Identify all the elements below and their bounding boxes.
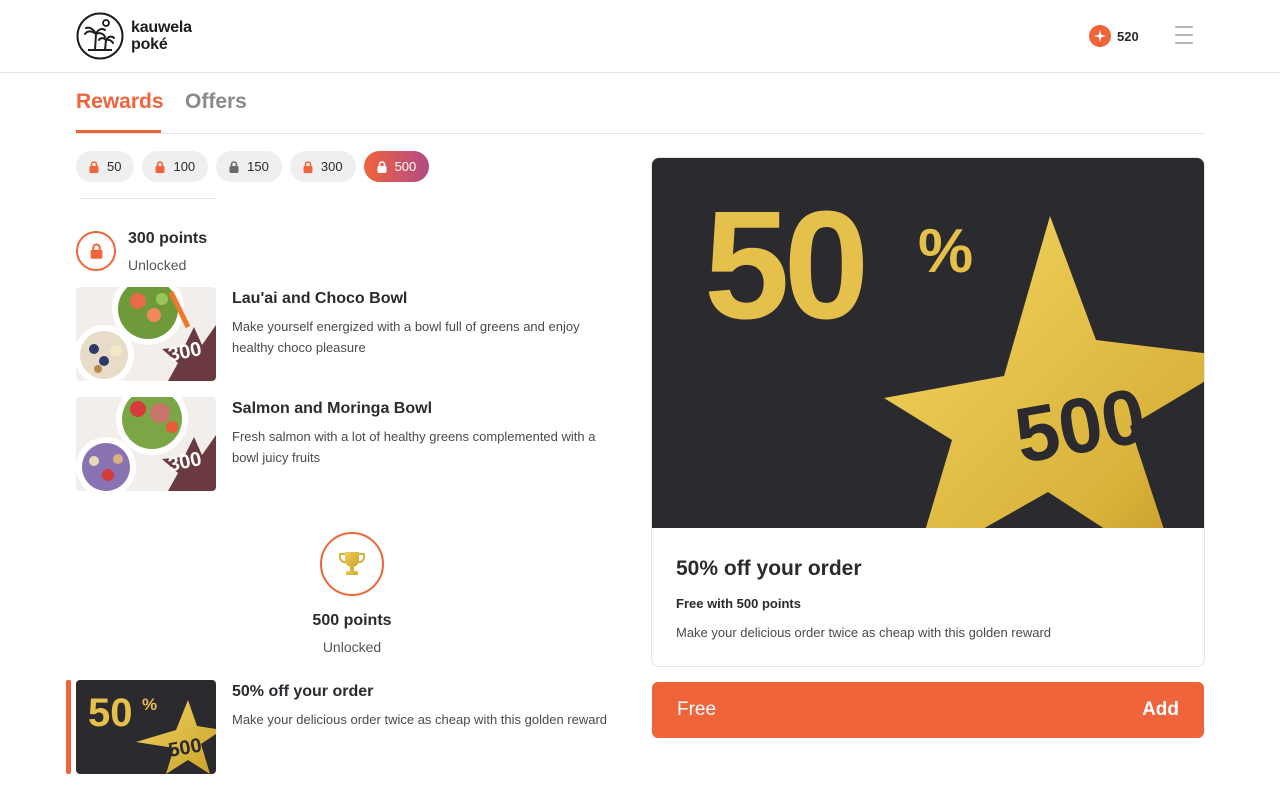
lock-icon [229,160,239,173]
hero-big-text: 50 [704,179,864,351]
golden-star-reward-image: 50 % 500 [76,680,216,774]
reward-item-lauai-choco-bowl[interactable]: 300 Lau'ai and Choco Bowl Make yourself … [76,287,636,382]
lock-icon [303,160,313,173]
divider [79,198,215,199]
filter-chip-300[interactable]: 300 [289,151,356,182]
reward-thumbnail: 300 [76,287,216,381]
filter-chip-50[interactable]: 50 [76,151,135,182]
tier-status: Unlocked [128,257,187,273]
points-balance[interactable]: 520 [1089,25,1139,47]
reward-hero-image: 50 % 500 [652,158,1204,578]
reward-item-50-off[interactable]: 50 % 500 50% off your order Make your de… [76,680,636,775]
reward-detail-cost: Free with 500 points [676,596,801,611]
tier-title: 500 points [312,612,392,629]
reward-thumbnail: 50 % 500 [76,680,216,774]
palm-tree-logo-icon [76,12,124,60]
tier-300-badge [76,231,116,271]
reward-detail-description: Make your delicious order twice as cheap… [676,625,1052,640]
brand-name-line1: kauwela [131,19,192,36]
brand-name: kauwela poké [131,19,192,53]
reward-title: Salmon and Moringa Bowl [232,400,433,417]
reward-thumbnail: 300 [76,397,216,491]
tier-500-badge [320,532,384,596]
reward-item-salmon-moringa-bowl[interactable]: 300 Salmon and Moringa Bowl Fresh salmon… [76,397,636,492]
points-filter-chips: 50 100 150 300 500 [76,151,430,182]
brand-logo[interactable]: kauwela poké [76,12,192,60]
add-reward-button[interactable]: Free Add [652,682,1204,738]
reward-description: Make your delicious order twice as cheap… [232,712,608,727]
trophy-icon [339,552,365,575]
reward-price-label: Free [677,699,717,720]
reward-description: Make yourself energized with a bowl full… [232,319,580,355]
thumbnail-percent-text: % [142,695,157,714]
filter-chip-label: 150 [247,159,269,174]
filter-chip-500[interactable]: 500 [363,151,430,182]
reward-detail-title: 50% off your order [676,557,862,580]
tab-offers[interactable]: Offers [185,90,247,114]
food-bowl-image: 300 [76,287,216,381]
lock-icon [155,160,165,173]
add-button-label: Add [1142,699,1179,720]
tier-status: Unlocked [322,639,382,655]
brand-name-line2: poké [131,36,168,53]
reward-description: Fresh salmon with a lot of healthy green… [232,429,596,465]
filter-chip-label: 100 [173,159,196,174]
lock-icon [90,243,102,259]
hamburger-menu-icon[interactable] [1172,26,1196,46]
reward-title: Lau'ai and Choco Bowl [232,290,408,307]
reward-title: 50% off your order [232,683,374,700]
hero-percent-text: % [918,217,973,286]
filter-chip-150[interactable]: 150 [216,151,282,182]
points-value: 520 [1117,28,1139,44]
golden-star-hero-image: 50 % 500 [704,179,1204,578]
sparkle-icon [1089,25,1111,47]
filter-chip-label: 300 [320,159,343,174]
lock-icon [377,160,387,173]
lock-icon [89,160,99,173]
tab-bar: Rewards Offers [76,84,1205,134]
filter-chip-label: 500 [394,159,417,174]
active-tab-indicator [76,130,161,133]
tier-title: 300 points [128,230,208,247]
selected-indicator [66,680,71,774]
reward-detail-card: 50 % 500 50% off your order Free with 50… [651,157,1205,667]
filter-chip-label: 50 [107,159,122,174]
top-header: kauwela poké 520 [0,0,1280,73]
food-bowl-image: 300 [76,397,216,491]
filter-chip-100[interactable]: 100 [142,151,209,182]
tab-rewards[interactable]: Rewards [76,90,164,114]
thumbnail-big-text: 50 [88,691,133,735]
